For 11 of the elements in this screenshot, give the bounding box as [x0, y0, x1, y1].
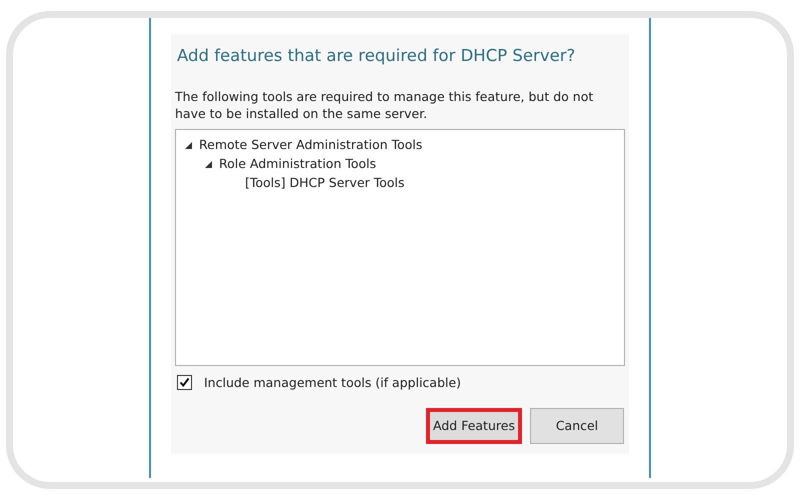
checkbox-label: Include management tools (if applicable) [204, 374, 462, 392]
dialog-title: Add features that are required for DHCP Server? [176, 45, 576, 67]
dialog-button[interactable]: Cancel [530, 408, 624, 444]
checkbox[interactable] [177, 375, 192, 390]
description-text: The following tools are required to manage this feature, but do not have to be installed on the same server. [175, 88, 594, 122]
expanded-triangle-icon[interactable] [184, 140, 193, 150]
tree-item[interactable]: [Tools] DHCP Server Tools [245, 174, 405, 192]
expanded-triangle-icon[interactable] [204, 160, 213, 168]
tree-item[interactable]: Role Administration Tools [219, 154, 376, 174]
dialog-button[interactable]: Add Features [426, 408, 522, 444]
tree-item[interactable]: Remote Server Administration Tools [199, 136, 422, 154]
